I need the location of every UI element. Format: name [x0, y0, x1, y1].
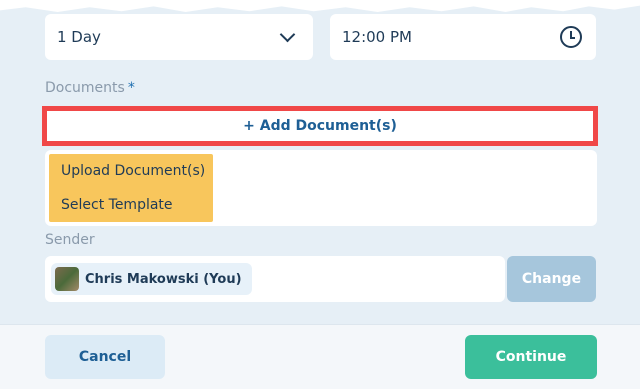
- add-document-label: + Add Document(s): [243, 118, 397, 134]
- documents-label-text: Documents: [45, 80, 125, 96]
- documents-label: Documents *: [45, 80, 135, 96]
- continue-button[interactable]: Continue: [465, 335, 597, 379]
- duration-select[interactable]: 1 Day: [45, 14, 313, 60]
- document-menu: Upload Document(s) Select Template: [45, 150, 597, 226]
- sender-field: Chris Makowski (You): [45, 256, 505, 302]
- menu-item-select-template[interactable]: Select Template: [61, 197, 173, 213]
- footer: Cancel Continue: [0, 324, 640, 389]
- change-sender-button[interactable]: Change: [507, 256, 596, 302]
- clock-icon[interactable]: [560, 26, 582, 48]
- add-document-button[interactable]: + Add Document(s): [42, 106, 598, 146]
- required-mark: *: [127, 80, 135, 96]
- cancel-button[interactable]: Cancel: [45, 335, 165, 379]
- chevron-down-icon: [279, 26, 296, 43]
- avatar: [55, 267, 79, 291]
- menu-item-upload-documents[interactable]: Upload Document(s): [61, 163, 205, 179]
- time-input[interactable]: 12:00 PM: [330, 14, 596, 60]
- duration-value: 1 Day: [57, 28, 101, 46]
- sender-name: Chris Makowski (You): [85, 271, 242, 287]
- sender-label: Sender: [45, 232, 95, 248]
- time-value: 12:00 PM: [342, 28, 412, 46]
- sender-chip: Chris Makowski (You): [51, 263, 252, 295]
